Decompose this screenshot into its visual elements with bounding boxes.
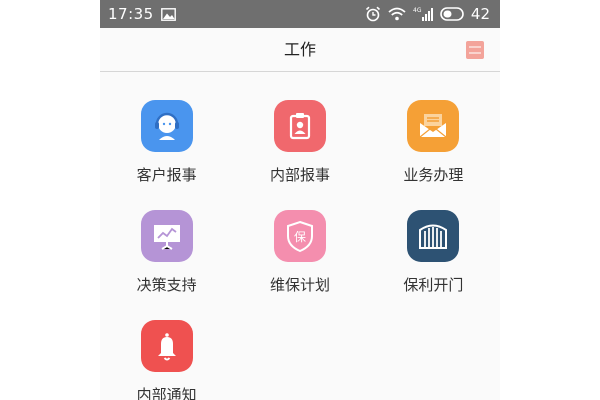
app-customer-report[interactable]: 客户报事 [100, 90, 233, 200]
menu-icon[interactable] [466, 41, 484, 59]
bell-icon [140, 320, 193, 372]
battery-icon [440, 7, 464, 21]
status-time: 17:35 [108, 5, 154, 23]
app-business-handling[interactable]: 业务办理 [367, 90, 500, 200]
battery-level: 42 [470, 5, 490, 23]
top-navigation-bar: 工作 [100, 28, 500, 72]
image-icon [160, 7, 176, 21]
app-internal-report[interactable]: 内部报事 [233, 90, 366, 200]
app-internal-notice[interactable]: 内部通知 [100, 310, 233, 400]
app-maintenance-plan[interactable]: 保 维保计划 [233, 200, 366, 310]
app-label: 维保计划 [269, 276, 330, 294]
shield-glyph: 保 [294, 230, 306, 244]
badge-icon [273, 100, 326, 152]
app-label: 内部通知 [136, 386, 197, 400]
app-grid: 客户报事 内部报事 业务办理 决策支持 保 维保计划 保利开门 内部通知 [100, 90, 500, 400]
wifi-icon [388, 7, 406, 21]
envelope-icon [407, 100, 460, 152]
app-decision-support[interactable]: 决策支持 [100, 200, 233, 310]
page-title: 工作 [283, 40, 316, 59]
status-bar: 17:35 4G 42 [100, 0, 500, 28]
app-label: 业务办理 [403, 166, 464, 184]
app-label: 客户报事 [136, 166, 197, 184]
app-label: 内部报事 [269, 166, 330, 184]
customer-service-icon [140, 100, 193, 152]
shield-icon: 保 [273, 210, 326, 262]
alarm-icon [365, 6, 381, 22]
gate-icon [407, 210, 460, 262]
network-label: 4G [413, 7, 422, 14]
app-label: 决策支持 [136, 276, 197, 294]
signal-4g-icon: 4G [413, 6, 433, 22]
app-label: 保利开门 [403, 276, 464, 294]
app-poly-open-door[interactable]: 保利开门 [367, 200, 500, 310]
presentation-chart-icon [140, 210, 193, 262]
phone-screen: 17:35 4G 42 工作 客户报事 内部报事 业务办理 决策支持 保 维保计… [100, 0, 500, 400]
